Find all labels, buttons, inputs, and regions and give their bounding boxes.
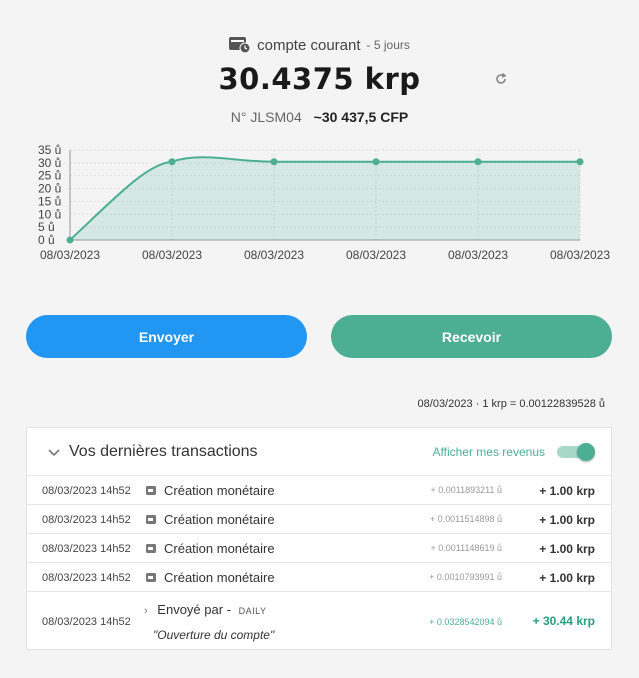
chart-point [168, 158, 176, 166]
chart-point [474, 158, 482, 166]
chart-x-tick-label: 08/03/2023 [40, 248, 100, 262]
balance-chart-svg: 0 ů5 ů10 ů15 ů20 ů25 ů30 ů35 ů 08/03/2023… [38, 143, 610, 262]
exchange-rate: 08/03/2023 · 1 krp = 0.00122839528 ů [417, 398, 605, 410]
transaction-sender-line: › Envoyé par - DAILY [144, 602, 266, 617]
transaction-fine-amount: + 0.0011893211 ů [430, 485, 503, 495]
chevron-down-icon[interactable] [47, 445, 61, 459]
transaction-label: Création monétaire [164, 541, 275, 556]
transaction-date: 08/03/2023 14h52 [42, 572, 131, 584]
chart-y-tick-label: 20 ů [38, 182, 61, 196]
wallet-icon [146, 572, 157, 583]
transaction-row-opening[interactable]: 08/03/2023 14h52 › Envoyé par - DAILY "O… [27, 592, 611, 651]
chart-x-tick-label: 08/03/2023 [244, 248, 304, 262]
transaction-note: "Ouverture du compte" [153, 628, 275, 642]
wallet-icon [146, 543, 157, 554]
transactions-panel: Vos dernières transactions Afficher mes … [26, 427, 612, 650]
transaction-row[interactable]: 08/03/2023 14h52 Création monétaire + 0.00… [27, 476, 611, 505]
chart-y-tick-label: 0 ů [38, 233, 55, 247]
transaction-date: 08/03/2023 14h52 [42, 543, 131, 555]
transaction-fine-amount: + 0.0010793991 ů [429, 572, 502, 582]
chart-x-tick-label: 08/03/2023 [142, 248, 202, 262]
transaction-sent-label: Envoyé par - [157, 602, 231, 617]
transaction-date: 08/03/2023 14h52 [42, 485, 131, 497]
transaction-label: Création monétaire [164, 512, 275, 527]
chevron-right-icon: › [144, 605, 148, 617]
income-toggle-label: Afficher mes revenus [432, 444, 546, 459]
account-sub-line: N° JLSM04 ~30 437,5 CFP [0, 109, 639, 125]
balance-chart: 0 ů5 ů 10 ů 15 ů 20 ů 25 ů 30 ů 35 ů 08/03/2023… [0, 142, 639, 267]
account-number: N° JLSM04 [230, 109, 302, 125]
transaction-fine-amount: + 0.0328542094 ů [429, 617, 502, 627]
transaction-fine-amount: + 0.0011148619 ů [430, 543, 503, 553]
chart-y-tick-label: 25 ů [38, 169, 61, 183]
account-balance: 30.4375 krp [218, 62, 421, 96]
transaction-amount: + 1.00 krp [539, 513, 595, 527]
chart-point [372, 158, 380, 166]
transactions-list: 08/03/2023 14h52 Création monétaire + 0.00… [27, 476, 611, 592]
send-button[interactable]: Envoyer [26, 315, 307, 358]
transaction-amount: + 1.00 krp [539, 542, 595, 556]
account-line: compte courant - 5 jours [0, 34, 639, 56]
chart-point [270, 158, 278, 166]
transaction-amount: + 30.44 krp [532, 614, 595, 628]
wallet-icon [146, 485, 157, 496]
transaction-row[interactable]: 08/03/2023 14h52 Création monétaire + 0.00… [27, 505, 611, 534]
chart-y-tick-label: 35 ů [38, 143, 61, 157]
transaction-row[interactable]: 08/03/2023 14h52 Création monétaire + 0.00… [27, 563, 611, 592]
income-toggle[interactable] [557, 442, 595, 461]
account-period: - 5 jours [366, 38, 410, 52]
transaction-row[interactable]: 08/03/2023 14h52 Création monétaire + 0.00… [27, 534, 611, 563]
account-header: compte courant - 5 jours [0, 34, 639, 56]
wallet-icon [146, 514, 157, 525]
wallet-clock-icon [229, 36, 251, 54]
chart-y-tick-label: 5 ů [38, 220, 55, 234]
chart-y-tick-label: 10 ů [38, 207, 61, 221]
chart-x-tick-label: 08/03/2023 [346, 248, 406, 262]
transactions-header: Vos dernières transactions Afficher mes … [27, 428, 611, 476]
transaction-label: Création monétaire [164, 483, 275, 498]
transaction-amount: + 1.00 krp [539, 571, 595, 585]
refresh-icon[interactable] [494, 72, 508, 86]
transactions-title: Vos dernières transactions [69, 442, 258, 460]
transaction-date: 08/03/2023 14h52 [42, 616, 131, 628]
transaction-amount: + 1.00 krp [539, 484, 595, 498]
chart-x-tick-label: 08/03/2023 [550, 248, 610, 262]
receive-button[interactable]: Recevoir [331, 315, 612, 358]
chart-x-tick-label: 08/03/2023 [448, 248, 508, 262]
transaction-label: Création monétaire [164, 570, 275, 585]
transaction-fine-amount: + 0.0011514898 ů [429, 514, 502, 524]
chart-point [576, 158, 584, 166]
chart-point [66, 236, 74, 244]
transaction-date: 08/03/2023 14h52 [42, 514, 131, 526]
transaction-sender: DAILY [238, 606, 267, 616]
income-toggle-knob [577, 442, 595, 461]
chart-area-fill [70, 157, 580, 240]
account-name: compte courant [257, 36, 361, 54]
app-root: compte courant - 5 jours 30.4375 krp N° … [0, 0, 639, 678]
account-cfp-value: ~30 437,5 CFP [313, 109, 409, 125]
chart-y-tick-label: 15 ů [38, 194, 61, 208]
chart-y-tick-label: 30 ů [38, 156, 61, 170]
